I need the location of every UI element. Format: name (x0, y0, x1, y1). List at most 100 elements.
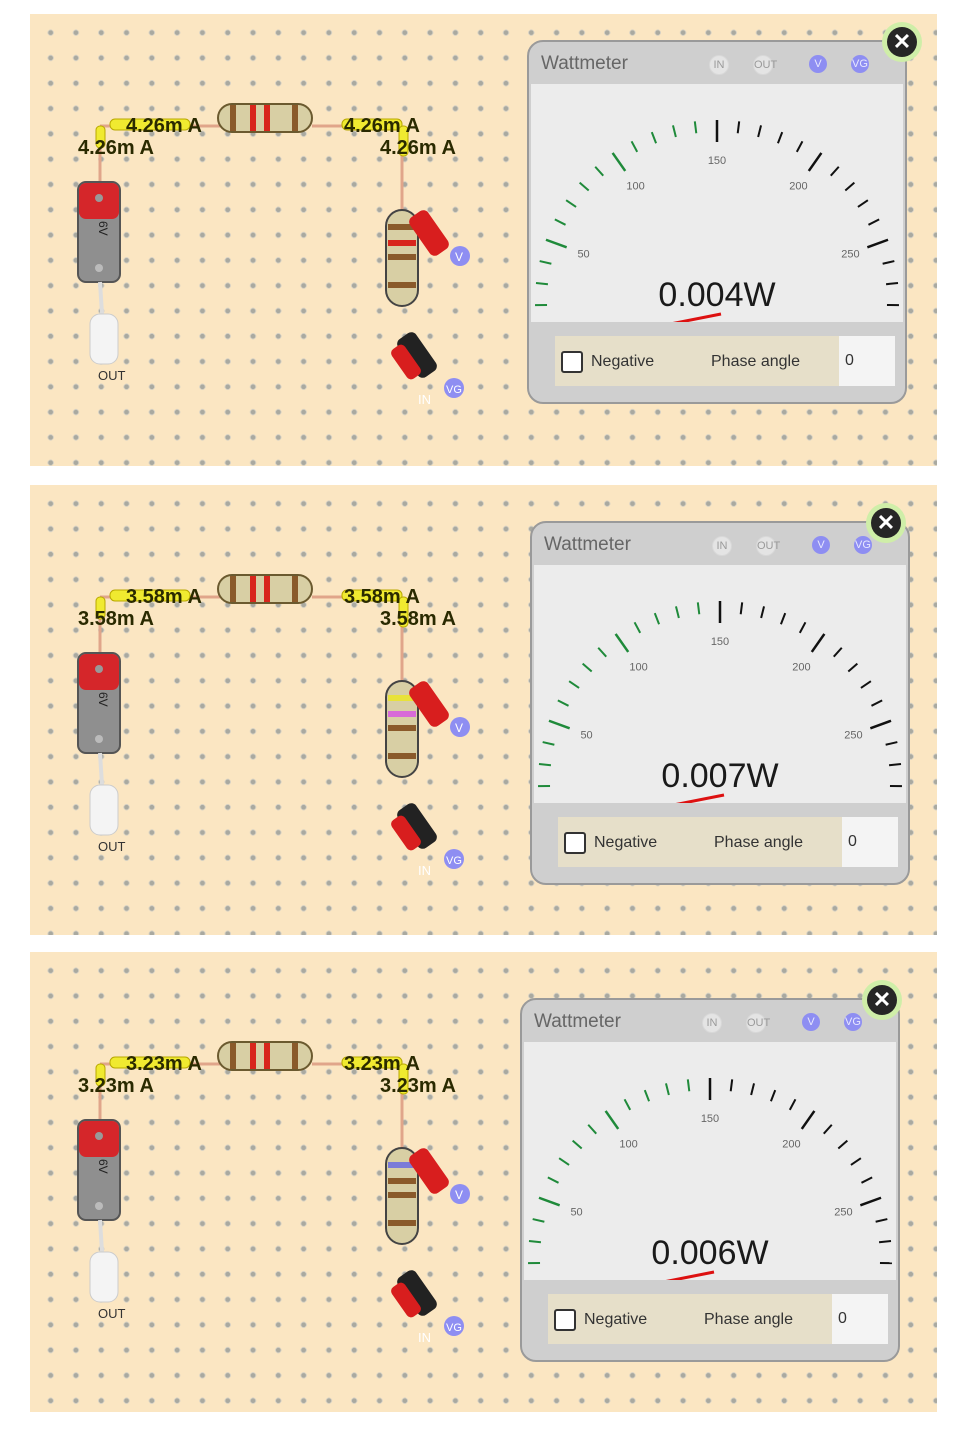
terminal-v[interactable]: V (802, 1013, 820, 1031)
gauge-needle (665, 1270, 715, 1280)
terminal-vg[interactable]: VG (844, 1013, 862, 1031)
gauge-tick (760, 606, 766, 619)
phase-angle-input[interactable] (842, 817, 898, 867)
probe-v-label: V (455, 1188, 463, 1202)
gauge-tick (769, 1089, 777, 1102)
probe-vg-label: VG (446, 855, 462, 867)
gauge-scale-label: 200 (792, 662, 810, 674)
probe-out[interactable]: OUT (89, 752, 126, 854)
gauge-tick (653, 612, 661, 625)
battery-icon[interactable]: 6V (77, 1119, 121, 1221)
gauge-tick (857, 199, 869, 208)
gauge-scale-label: 200 (789, 181, 807, 193)
wattmeter-window[interactable]: Wattmeter IN OUT V VG 50100150200250300 … (520, 998, 900, 1362)
current-label-left: 4.26m A (78, 137, 154, 159)
current-label-right: 3.58m A (380, 608, 456, 630)
probe-out[interactable]: OUT (89, 281, 126, 383)
probe-vg[interactable]: VG IN (389, 1268, 464, 1345)
wattmeter-face: 50100150200250300 0.007W (534, 565, 906, 803)
gauge-tick (630, 140, 639, 153)
gauge-scale-label: 200 (782, 1139, 800, 1151)
wattmeter-header[interactable]: Wattmeter IN OUT V VG (529, 42, 905, 84)
series-resistor[interactable] (217, 1041, 313, 1071)
terminal-vg[interactable]: VG (854, 536, 872, 554)
terminal-in[interactable]: IN (709, 55, 729, 75)
battery-icon[interactable]: 6V (77, 181, 121, 283)
probe-in-label: IN (418, 863, 431, 878)
gauge-tick (837, 1139, 849, 1150)
battery-label: 6V (96, 692, 110, 707)
gauge-tick (611, 152, 627, 172)
probe-vg[interactable]: VG IN (389, 801, 464, 878)
gauge-tick (757, 125, 763, 138)
breadboard-panel: 4.26m A 4.26m A 4.26m A 4.26m A 6V OUT V… (30, 14, 937, 466)
terminal-out[interactable]: OUT (746, 1013, 770, 1033)
wattmeter-header[interactable]: Wattmeter IN OUT V VG (522, 1000, 898, 1042)
terminal-out[interactable]: OUT (756, 536, 780, 556)
wattmeter-controls: Negative Phase angle (558, 817, 844, 867)
gauge-tick (830, 166, 840, 177)
close-button[interactable]: ✕ (882, 22, 922, 62)
gauge-tick (633, 621, 642, 634)
wattmeter-header[interactable]: Wattmeter IN OUT V VG (532, 523, 908, 565)
close-button[interactable]: ✕ (866, 503, 906, 543)
gauge-tick (587, 1124, 597, 1135)
gauge-tick (800, 1110, 816, 1130)
gauge-scale-label: 50 (570, 1206, 582, 1218)
terminal-in[interactable]: IN (702, 1013, 722, 1033)
wattmeter-window[interactable]: Wattmeter IN OUT V VG 50100150200250300 … (527, 40, 907, 404)
gauge-tick (571, 1139, 583, 1150)
terminal-out[interactable]: OUT (753, 55, 777, 75)
gauge-tick (798, 621, 807, 634)
gauge-tick (850, 1157, 862, 1166)
series-resistor[interactable] (217, 574, 313, 604)
probe-vg[interactable]: VG IN (389, 330, 464, 407)
gauge-tick (664, 1083, 670, 1096)
gauge-tick (578, 181, 590, 192)
current-label-left: 3.58m A (78, 608, 154, 630)
gauge-tick (810, 633, 826, 653)
gauge-scale-label: 150 (708, 155, 726, 167)
wattmeter-title: Wattmeter (534, 1011, 621, 1032)
gauge-scale-label: 100 (619, 1139, 637, 1151)
gauge-tick (693, 121, 698, 134)
gauge-tick (671, 125, 677, 138)
terminal-v[interactable]: V (812, 536, 830, 554)
gauge-tick (882, 260, 895, 265)
probe-in-label: IN (418, 1330, 431, 1345)
close-button[interactable]: ✕ (862, 980, 902, 1020)
gauge-tick (542, 741, 555, 746)
gauge-tick (779, 612, 787, 625)
gauge-scale-label: 150 (711, 636, 729, 648)
probe-out[interactable]: OUT (89, 1219, 126, 1321)
series-resistor[interactable] (217, 103, 313, 133)
current-label-top-right: 3.58m A (344, 586, 420, 608)
gauge-tick (558, 1157, 570, 1166)
current-label-top-right: 3.23m A (344, 1053, 420, 1075)
gauge-scale-label: 250 (844, 729, 862, 741)
gauge-tick (568, 680, 580, 689)
phase-angle-input[interactable] (832, 1294, 888, 1344)
close-icon: ✕ (871, 508, 901, 538)
gauge-needle (672, 312, 722, 322)
terminal-in[interactable]: IN (712, 536, 732, 556)
negative-checkbox[interactable] (554, 1309, 576, 1331)
negative-checkbox[interactable] (564, 832, 586, 854)
gauge-tick (860, 680, 872, 689)
terminal-vg[interactable]: VG (851, 55, 869, 73)
gauge-tick (776, 131, 784, 144)
gauge-tick (788, 1098, 797, 1111)
wattmeter-window[interactable]: Wattmeter IN OUT V VG 50100150200250300 … (530, 521, 910, 885)
negative-checkbox[interactable] (561, 351, 583, 373)
gauge-tick (674, 606, 680, 619)
gauge-tick (833, 647, 843, 658)
phase-angle-input[interactable] (839, 336, 895, 386)
current-label-top-right: 4.26m A (344, 115, 420, 137)
gauge-tick (859, 1196, 882, 1207)
current-label-right: 3.23m A (380, 1075, 456, 1097)
terminal-v[interactable]: V (809, 55, 827, 73)
gauge-tick (861, 1176, 873, 1184)
battery-icon[interactable]: 6V (77, 652, 121, 754)
gauge-tick (750, 1083, 756, 1096)
wattmeter-controls: Negative Phase angle (548, 1294, 834, 1344)
